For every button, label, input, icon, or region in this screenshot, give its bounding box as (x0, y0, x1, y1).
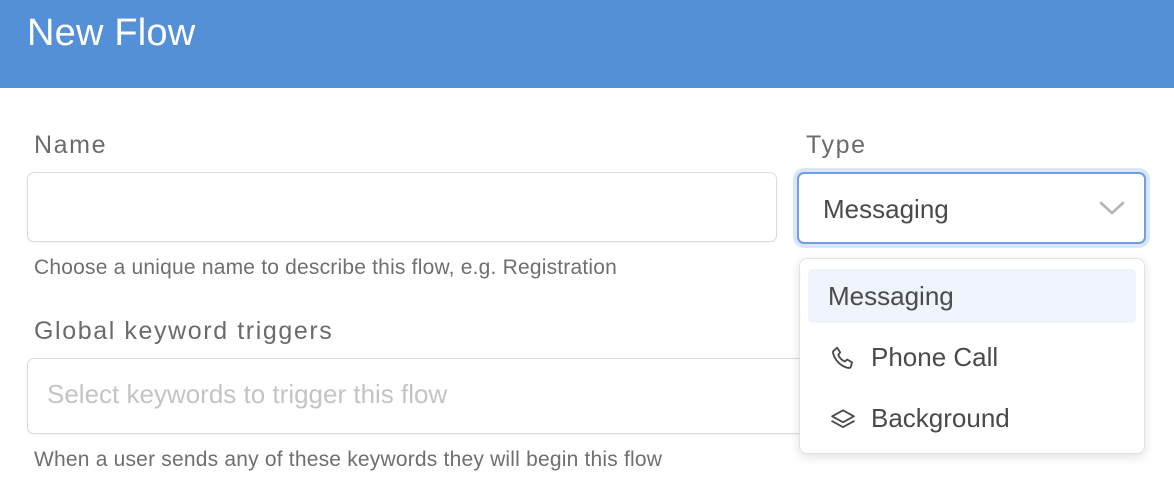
chevron-down-icon (1099, 201, 1125, 215)
page-title: New Flow (27, 12, 196, 54)
type-label: Type (806, 131, 867, 159)
name-help-text: Choose a unique name to describe this fl… (34, 256, 618, 279)
keywords-help-text: When a user sends any of these keywords … (34, 448, 663, 471)
type-select-value: Messaging (823, 194, 949, 224)
keywords-label: Global keyword triggers (34, 317, 334, 345)
header-bar: New Flow (0, 0, 1174, 88)
option-messaging[interactable]: Messaging (808, 269, 1136, 323)
phone-icon (832, 346, 853, 369)
keywords-placeholder: Select keywords to trigger this flow (47, 379, 448, 409)
option-background[interactable]: Background (808, 391, 1136, 445)
type-dropdown-menu: Messaging Phone Call Background (799, 258, 1145, 454)
name-label: Name (34, 131, 108, 159)
option-label: Background (871, 403, 1010, 433)
option-label: Phone Call (871, 342, 999, 372)
option-phone-call[interactable]: Phone Call (808, 330, 1136, 384)
name-input[interactable] (27, 172, 777, 242)
keywords-input[interactable]: Select keywords to trigger this flow (27, 358, 827, 434)
option-label: Messaging (828, 281, 954, 311)
layers-icon (831, 409, 855, 429)
type-select[interactable]: Messaging (797, 172, 1146, 244)
